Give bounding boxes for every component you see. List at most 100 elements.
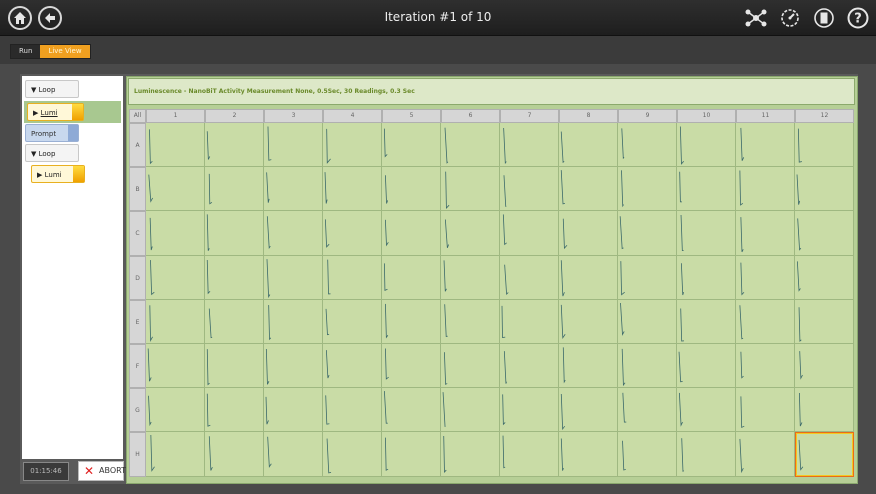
door-icon[interactable]	[812, 6, 836, 30]
well-E8[interactable]	[559, 299, 618, 344]
well-D10[interactable]	[677, 255, 736, 300]
well-A4[interactable]	[323, 123, 382, 168]
well-G7[interactable]	[500, 388, 559, 433]
well-E3[interactable]	[264, 299, 323, 344]
well-C9[interactable]	[618, 211, 677, 256]
well-A3[interactable]	[264, 123, 323, 168]
well-E6[interactable]	[441, 299, 500, 344]
well-F6[interactable]	[441, 344, 500, 389]
select-all-wells[interactable]: All	[129, 109, 146, 123]
abort-button[interactable]: ✕ ABORT	[78, 461, 126, 481]
column-header-5[interactable]: 5	[382, 109, 441, 123]
column-header-8[interactable]: 8	[559, 109, 618, 123]
well-D4[interactable]	[323, 255, 382, 300]
well-C8[interactable]	[559, 211, 618, 256]
well-F7[interactable]	[500, 344, 559, 389]
well-F1[interactable]	[146, 344, 205, 389]
well-G2[interactable]	[205, 388, 264, 433]
well-B5[interactable]	[382, 167, 441, 212]
well-E4[interactable]	[323, 299, 382, 344]
row-header-C[interactable]: C	[129, 211, 146, 256]
well-D12[interactable]	[795, 255, 854, 300]
row-header-H[interactable]: H	[129, 432, 146, 477]
well-H5[interactable]	[382, 432, 441, 477]
well-B10[interactable]	[677, 167, 736, 212]
well-B2[interactable]	[205, 167, 264, 212]
well-F2[interactable]	[205, 344, 264, 389]
tab-run[interactable]: Run	[11, 45, 41, 58]
well-H7[interactable]	[500, 432, 559, 477]
well-G3[interactable]	[264, 388, 323, 433]
well-A10[interactable]	[677, 123, 736, 168]
well-C11[interactable]	[736, 211, 795, 256]
well-H8[interactable]	[559, 432, 618, 477]
well-A7[interactable]	[500, 123, 559, 168]
well-F9[interactable]	[618, 344, 677, 389]
column-header-2[interactable]: 2	[205, 109, 264, 123]
well-D8[interactable]	[559, 255, 618, 300]
well-B12[interactable]	[795, 167, 854, 212]
well-B1[interactable]	[146, 167, 205, 212]
well-F10[interactable]	[677, 344, 736, 389]
well-B7[interactable]	[500, 167, 559, 212]
well-D11[interactable]	[736, 255, 795, 300]
column-header-3[interactable]: 3	[264, 109, 323, 123]
well-A6[interactable]	[441, 123, 500, 168]
well-G4[interactable]	[323, 388, 382, 433]
well-F8[interactable]	[559, 344, 618, 389]
tab-live-view[interactable]: Live View	[40, 45, 90, 58]
workflow-step-loop[interactable]: ▼ Loop	[25, 144, 79, 162]
row-header-B[interactable]: B	[129, 167, 146, 212]
workflow-step-prompt[interactable]: Prompt	[25, 124, 79, 142]
well-E10[interactable]	[677, 299, 736, 344]
well-H10[interactable]	[677, 432, 736, 477]
well-D7[interactable]	[500, 255, 559, 300]
column-header-12[interactable]: 12	[795, 109, 854, 123]
well-G1[interactable]	[146, 388, 205, 433]
column-header-6[interactable]: 6	[441, 109, 500, 123]
well-A11[interactable]	[736, 123, 795, 168]
well-A12[interactable]	[795, 123, 854, 168]
well-D9[interactable]	[618, 255, 677, 300]
workflow-step-lumi[interactable]: ▶ Lumi	[31, 165, 85, 183]
well-A1[interactable]	[146, 123, 205, 168]
well-B4[interactable]	[323, 167, 382, 212]
row-header-F[interactable]: F	[129, 344, 146, 389]
well-H4[interactable]	[323, 432, 382, 477]
row-header-E[interactable]: E	[129, 299, 146, 344]
column-header-4[interactable]: 4	[323, 109, 382, 123]
well-H9[interactable]	[618, 432, 677, 477]
column-header-9[interactable]: 9	[618, 109, 677, 123]
well-G5[interactable]	[382, 388, 441, 433]
well-C7[interactable]	[500, 211, 559, 256]
well-E9[interactable]	[618, 299, 677, 344]
well-F4[interactable]	[323, 344, 382, 389]
well-E12[interactable]	[795, 299, 854, 344]
well-G6[interactable]	[441, 388, 500, 433]
well-E11[interactable]	[736, 299, 795, 344]
well-E2[interactable]	[205, 299, 264, 344]
well-H12[interactable]	[795, 432, 854, 477]
well-C3[interactable]	[264, 211, 323, 256]
well-E5[interactable]	[382, 299, 441, 344]
row-header-G[interactable]: G	[129, 388, 146, 433]
well-B9[interactable]	[618, 167, 677, 212]
well-H6[interactable]	[441, 432, 500, 477]
network-icon[interactable]	[744, 6, 768, 30]
gauge-icon[interactable]	[778, 6, 802, 30]
well-D3[interactable]	[264, 255, 323, 300]
well-G12[interactable]	[795, 388, 854, 433]
well-B3[interactable]	[264, 167, 323, 212]
column-header-11[interactable]: 11	[736, 109, 795, 123]
well-C6[interactable]	[441, 211, 500, 256]
well-G10[interactable]	[677, 388, 736, 433]
well-B6[interactable]	[441, 167, 500, 212]
well-A5[interactable]	[382, 123, 441, 168]
help-icon[interactable]: ?	[846, 6, 870, 30]
well-G9[interactable]	[618, 388, 677, 433]
well-H11[interactable]	[736, 432, 795, 477]
well-A2[interactable]	[205, 123, 264, 168]
well-C4[interactable]	[323, 211, 382, 256]
well-B8[interactable]	[559, 167, 618, 212]
workflow-step-loop[interactable]: ▼ Loop	[25, 80, 79, 98]
